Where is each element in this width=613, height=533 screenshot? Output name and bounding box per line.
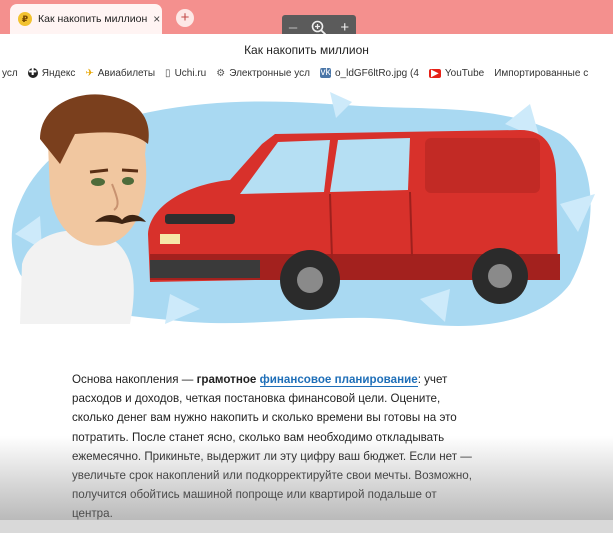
bookmark-label: Uchi.ru — [174, 67, 207, 79]
article-body: Основа накопления — грамотное финансовое… — [72, 370, 472, 524]
browser-tab[interactable]: ₽ Как накопить миллион × — [10, 4, 162, 34]
gosuslugi-icon: ⚙ — [216, 67, 226, 79]
text-run: Основа накопления — — [72, 373, 197, 386]
bookmark-item[interactable]: ▶ YouTube — [428, 67, 485, 79]
bookmark-label: усл — [2, 67, 18, 79]
financial-planning-link[interactable]: финансовое планирование — [259, 373, 418, 387]
bookmark-item[interactable]: Импортированные с — [494, 68, 588, 79]
article-paragraph: Основа накопления — грамотное финансовое… — [72, 370, 472, 524]
bookmark-label: Электронные усл — [229, 67, 310, 79]
bottom-edge-strip — [0, 520, 613, 533]
document-icon: ▯ — [165, 67, 171, 79]
bookmark-item[interactable]: ▯ Uchi.ru — [165, 68, 206, 79]
bookmark-label: YouTube — [444, 67, 485, 79]
bookmark-item[interactable]: ⚙ Электронные усл — [216, 68, 310, 79]
bookmark-item[interactable]: ✚ Яндекс — [27, 67, 76, 79]
bookmark-item[interactable]: ✈ Авиабилеты — [85, 68, 155, 79]
plane-icon: ✈ — [85, 67, 94, 79]
hero-illustration — [11, 92, 595, 326]
close-icon[interactable]: × — [153, 12, 160, 26]
coin-icon: ₽ — [18, 12, 32, 26]
bookmark-label: Яндекс — [41, 67, 76, 79]
tab-title: Как накопить миллион — [38, 13, 148, 25]
bookmark-label: Авиабилеты — [97, 67, 156, 79]
text-run: : учет расходов и доходов, четкая постан… — [72, 373, 472, 521]
bold-text: грамотное — [196, 373, 257, 386]
bookmark-item[interactable]: усл — [2, 68, 18, 79]
new-tab-button[interactable]: + — [176, 9, 194, 27]
bookmark-label: Импортированные с — [494, 67, 589, 79]
page-title: Как накопить миллион — [0, 34, 613, 62]
bookmarks-bar: усл ✚ Яндекс ✈ Авиабилеты ▯ Uchi.ru ⚙ Эл… — [0, 62, 613, 84]
bookmark-label: o_ldGF6ltRo.jpg (4 — [334, 67, 419, 79]
yandex-icon: ✚ — [27, 67, 38, 78]
youtube-icon: ▶ — [428, 68, 441, 78]
bookmark-item[interactable]: vk o_ldGF6ltRo.jpg (4 — [319, 67, 419, 79]
vk-icon: vk — [319, 67, 331, 78]
